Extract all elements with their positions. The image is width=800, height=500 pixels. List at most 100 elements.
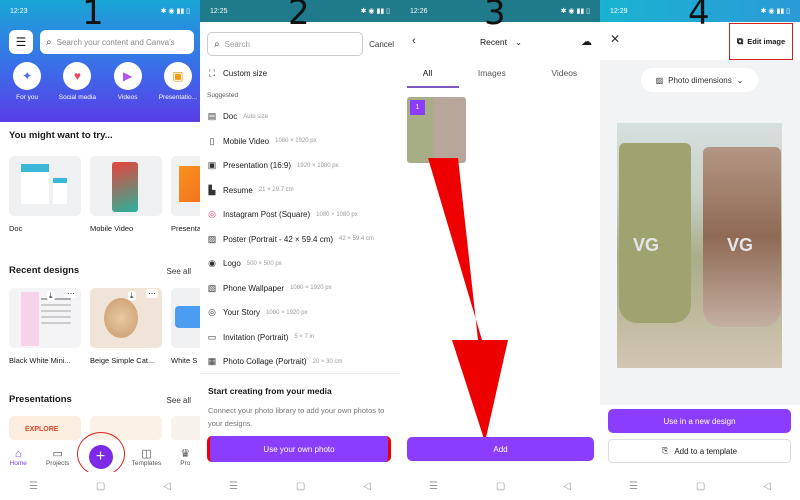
download-icon[interactable]: ⤓ [128,291,136,301]
item-size: 42 × 59.4 cm [339,236,374,242]
resume-thumbnail: ⤓ ⋯ [9,288,81,348]
step-number: 1 [82,0,104,33]
recents-icon[interactable]: ☰ [629,481,638,492]
use-in-new-design-button[interactable]: Use in a new design [608,409,791,433]
more-icon[interactable]: ⋯ [65,289,77,298]
close-icon[interactable]: ✕ [610,32,620,46]
back-icon[interactable]: ◁ [763,481,771,492]
media-title: Start creating from your media [208,386,332,396]
add-button[interactable]: Add [407,437,594,461]
crown-icon: ♛ [180,448,191,460]
item-name: Instagram Post (Square) [223,210,311,219]
see-all-presentations[interactable]: See all [167,396,191,405]
category-videos[interactable]: ▶ Videos [106,62,150,101]
cancel-button[interactable]: Cancel [369,40,394,49]
use-own-photo-button[interactable]: Use your own photo [207,436,391,462]
logo-icon: ◉ [208,258,216,268]
edit-image-icon: ⧉ [736,36,744,46]
category-for-you[interactable]: ✦ For you [5,62,49,101]
item-name: Your Story [223,308,261,317]
home-system-icon[interactable]: ▢ [96,481,105,492]
section-title-recent: Recent designs [9,265,80,276]
recents-icon[interactable]: ☰ [429,481,438,492]
suggested-item[interactable]: ▙ Resume 21 × 29.7 cm [207,185,294,196]
system-nav-bar: ☰ ▢ ◁ [400,472,600,500]
add-to-template-button[interactable]: ⎘ Add to a template [608,439,791,463]
recents-icon[interactable]: ☰ [229,481,238,492]
recents-icon[interactable]: ☰ [29,481,38,492]
status-time: 12:29 [610,7,628,15]
nav-projects[interactable]: ▭ Projects [46,447,69,467]
recent-item[interactable]: ⤓ ⋯ Black White Mini... [9,288,81,365]
category-social-media[interactable]: ♥ Social media [55,62,99,101]
story-icon: ◎ [208,307,216,317]
suggested-item[interactable]: ◉ Logo 500 × 500 px [207,258,282,269]
item-name: Presentation (16:9) [223,161,292,170]
presentation-thumbnail[interactable] [171,416,200,440]
edit-image-label: Edit image [747,37,786,46]
suggested-item[interactable]: ▭ Invitation (Portrait) 5 × 7 in [207,332,314,343]
menu-button[interactable]: ☰ [9,30,33,54]
recent-item[interactable]: White S [171,288,200,365]
suggested-item[interactable]: ◎ Instagram Post (Square) 1080 × 1080 px [207,209,358,220]
see-all-recent[interactable]: See all [167,267,191,276]
download-icon[interactable]: ⤓ [47,291,55,301]
album-dropdown[interactable]: Recent ⌄ [480,37,522,48]
try-item-mobile-video[interactable]: Mobile Video [90,156,162,233]
suggested-item[interactable]: ▦ Photo Collage (Portrait) 20 × 30 cm [207,356,343,367]
suggested-item[interactable]: ▤ Doc Auto size [207,111,268,122]
try-item-presentation[interactable]: Presenta [171,156,200,233]
item-size: 1080 × 1920 px [275,138,317,144]
templates-icon: ◫ [141,448,152,460]
item-size: Auto size [243,113,268,120]
back-icon[interactable]: ◁ [163,481,171,492]
item-name: Mobile Video [223,136,270,146]
template-add-icon: ⎘ [661,446,669,455]
back-icon[interactable]: ◁ [563,481,571,492]
back-chevron-icon[interactable]: ‹ [412,35,416,47]
nav-home[interactable]: ⌂ Home [10,448,27,467]
home-system-icon[interactable]: ▢ [696,481,705,492]
poster-icon: ▨ [207,233,217,244]
item-name: Photo Collage (Portrait) [223,357,307,366]
tab-videos[interactable]: Videos [551,68,577,78]
edit-image-button[interactable]: ⧉ Edit image [729,23,793,60]
suggested-item[interactable]: ▣ Presentation (16:9) 1920 × 1080 px [207,160,339,171]
photo-dimensions-dropdown[interactable]: ▨ Photo dimensions ⌄ [641,68,758,92]
status-time: 12:25 [210,7,228,15]
more-icon[interactable]: ⋯ [146,289,158,298]
resume-icon: ▙ [208,184,216,195]
step-number: 4 [688,0,710,33]
search-input[interactable]: ⌕ Search [207,32,363,56]
suggested-item[interactable]: ▨ Poster (Portrait - 42 × 59.4 cm) 42 × 59… [207,234,374,245]
home-system-icon[interactable]: ▢ [296,481,305,492]
tab-all[interactable]: All [423,68,432,78]
nav-pro[interactable]: ♛ Pro [180,447,190,467]
annotation-arrow [428,158,508,442]
item-name: Resume [223,185,253,195]
category-row: ✦ For you ♥ Social media ▶ Videos ▣ Presenta… [0,62,200,101]
recent-item[interactable]: ⤓ ⋯ Beige Simple Cat... [90,288,162,365]
custom-size-item[interactable]: ⛶ Custom size [207,68,267,79]
nav-templates[interactable]: ◫ Templates [132,447,162,467]
home-system-icon[interactable]: ▢ [496,481,505,492]
status-icons: ✱ ◉ ▮▮ ▯ [360,8,390,15]
suggested-item[interactable]: ▧ Phone Wallpaper 1080 × 1920 px [207,283,332,294]
panel-step-4: 12:29 ✱ ◉ ▮▮ ▯ 4 ✕ ⧉ Edit image ▨ Photo dim… [600,0,800,500]
tab-images[interactable]: Images [478,68,506,78]
category-presentations[interactable]: ▣ Presentatio... [156,62,200,101]
presentation-icon: ▣ [163,62,192,90]
try-item-doc[interactable]: Doc [9,156,81,233]
system-nav-bar: ☰ ▢ ◁ [0,472,200,500]
item-size: 1080 × 1080 px [316,211,358,218]
suggested-item[interactable]: ◎ Your Story 1080 × 1920 px [207,307,308,318]
collage-icon: ▦ [207,356,217,366]
presentation-thumb-text: EXPLORE [25,426,59,433]
cloud-upload-icon[interactable]: ☁ [581,35,592,48]
suggested-item[interactable]: ▯ Mobile Video 1080 × 1920 px [207,136,317,147]
search-input[interactable]: ⌕ Search your content and Canva's [40,30,194,54]
back-icon[interactable]: ◁ [363,481,371,492]
item-size: 20 × 30 cm [312,358,343,365]
search-icon: ⌕ [46,36,52,48]
presentation-thumbnail[interactable]: EXPLORE [9,416,81,440]
